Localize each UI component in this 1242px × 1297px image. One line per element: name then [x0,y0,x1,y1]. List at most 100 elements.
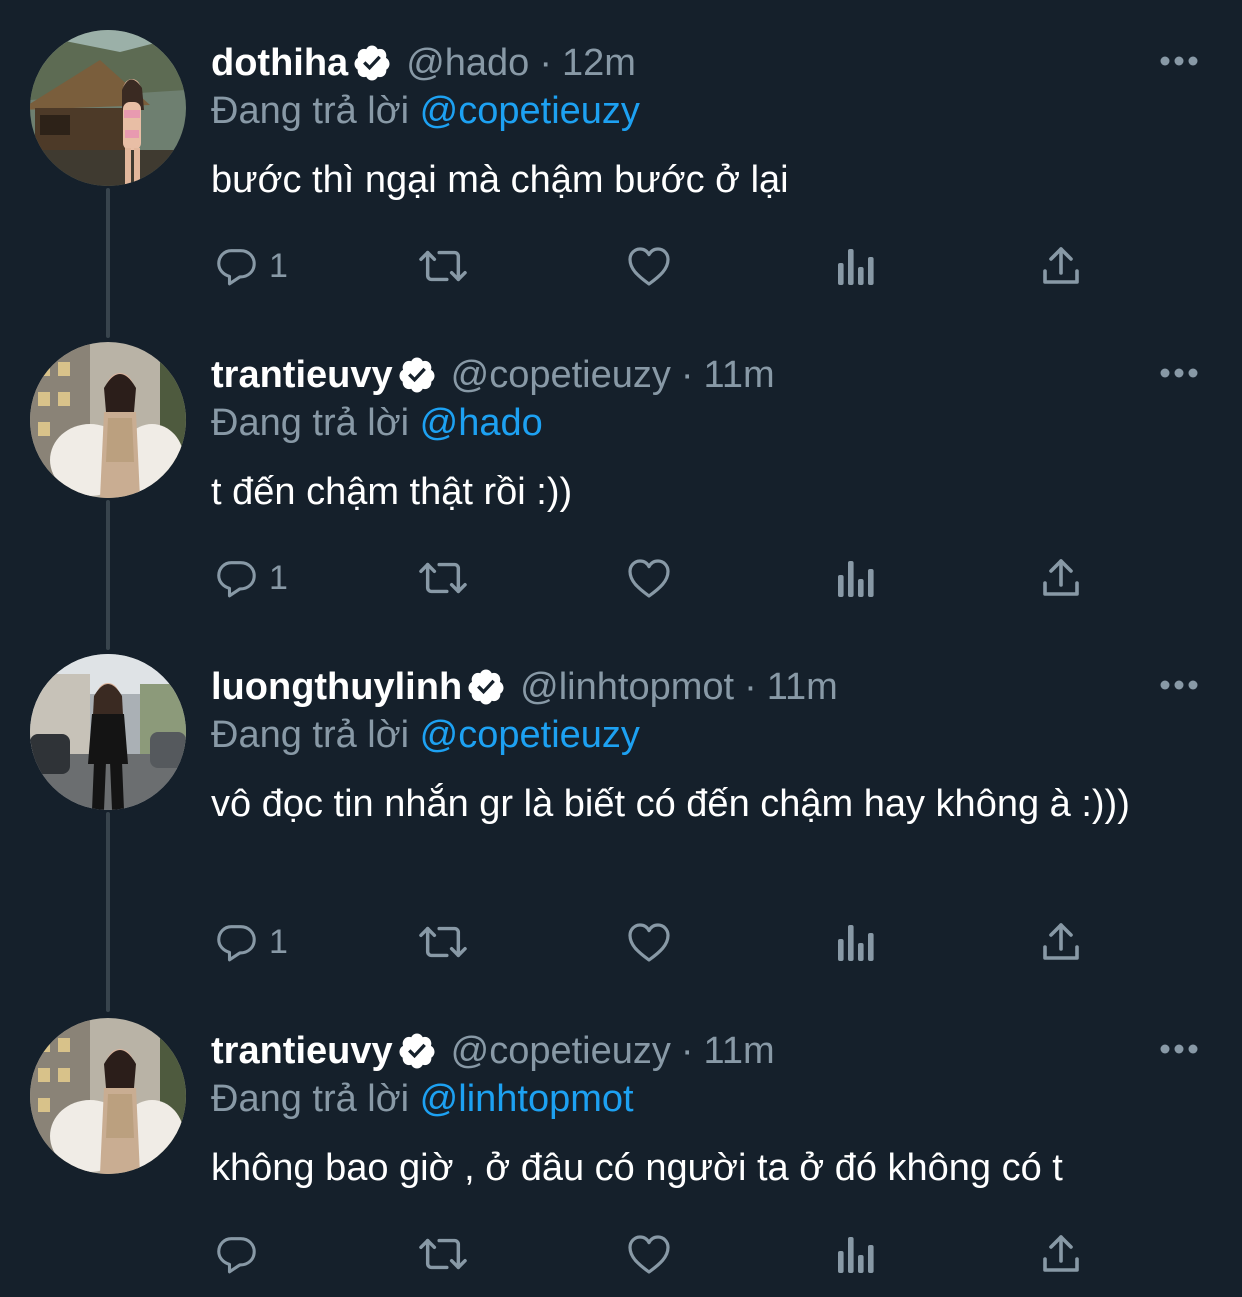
timestamp[interactable]: 12m [562,40,636,86]
avatar-photo [30,1018,186,1174]
avatar[interactable] [30,1018,186,1174]
timestamp[interactable]: 11m [704,352,775,398]
handle[interactable]: @hado [406,40,529,86]
reply-button[interactable]: 1 [213,912,288,972]
share-button[interactable] [1039,548,1083,608]
like-button[interactable] [625,236,673,296]
reply-count: 1 [269,246,288,285]
display-name[interactable]: trantieuvy [211,1028,393,1074]
avatar[interactable] [30,654,186,810]
reply-button[interactable]: 1 [213,548,288,608]
views-icon [835,243,877,289]
reply-icon [213,919,259,965]
tweet[interactable]: trantieuvy @copetieuzy · 11m Đang trả lờ… [0,340,1242,640]
tweet-header: trantieuvy @copetieuzy · 11m [211,352,775,398]
like-button[interactable] [625,912,673,972]
replying-label: Đang trả lời [211,1078,410,1120]
tweet-text: không bao giờ , ở đâu có người ta ở đó k… [211,1147,1063,1189]
action-bar: 1 [0,912,1242,972]
verified-badge-icon [352,43,392,83]
avatar[interactable] [30,30,186,186]
more-icon[interactable] [1158,1038,1200,1060]
display-name[interactable]: luongthuylinh [211,664,462,710]
replying-label: Đang trả lời [211,402,410,444]
tweet[interactable]: trantieuvy @copetieuzy · 11m Đang trả lờ… [0,1016,1242,1297]
more-icon[interactable] [1158,362,1200,384]
verified-badge-icon [397,1031,437,1071]
like-button[interactable] [625,1224,673,1284]
reply-count: 1 [269,558,288,597]
share-icon [1039,555,1083,601]
replying-to: Đang trả lời @copetieuzy [211,712,640,758]
views-icon [835,919,877,965]
views-button[interactable] [835,912,877,972]
separator-dot: · [539,42,552,84]
reply-button[interactable]: 1 [213,236,288,296]
more-icon[interactable] [1158,674,1200,696]
separator-dot: · [680,354,694,396]
like-icon [625,243,673,289]
retweet-button[interactable] [415,1224,471,1284]
retweet-icon [415,555,471,601]
retweet-icon [415,1231,471,1277]
tweet-text: t đến chậm thật rồi :)) [211,471,573,513]
like-button[interactable] [625,548,673,608]
separator-dot: · [744,666,757,708]
display-name[interactable]: trantieuvy [211,352,393,398]
replying-to: Đang trả lời @linhtopmot [211,1076,634,1122]
tweet-header: dothiha @hado · 12m [211,40,636,86]
like-icon [625,555,673,601]
verified-badge-icon [397,355,437,395]
verified-badge-icon [466,667,506,707]
replying-to-link[interactable]: @linhtopmot [420,1078,634,1120]
separator-dot: · [680,1030,694,1072]
avatar-photo [30,30,186,186]
retweet-button[interactable] [415,236,471,296]
reply-icon [213,1231,259,1277]
action-bar [0,1224,1242,1284]
handle[interactable]: @linhtopmot [520,664,734,710]
views-icon [835,555,877,601]
tweet[interactable]: dothiha @hado · 12m Đang trả lời @copeti… [0,28,1242,328]
share-button[interactable] [1039,1224,1083,1284]
display-name[interactable]: dothiha [211,40,348,86]
retweet-icon [415,243,471,289]
handle[interactable]: @copetieuzy [451,352,671,398]
action-bar: 1 [0,236,1242,296]
avatar[interactable] [30,342,186,498]
avatar-photo [30,342,186,498]
replying-to: Đang trả lời @copetieuzy [211,88,640,134]
tweet-header: luongthuylinh @linhtopmot · 11m [211,664,838,710]
replying-label: Đang trả lời [211,90,410,132]
share-icon [1039,1231,1083,1277]
tweet-text: vô đọc tin nhắn gr là biết có đến chậm h… [211,783,1130,825]
replying-label: Đang trả lời [211,714,410,756]
share-icon [1039,243,1083,289]
retweet-button[interactable] [415,912,471,972]
views-button[interactable] [835,236,877,296]
views-button[interactable] [835,548,877,608]
avatar-photo [30,654,186,810]
action-bar: 1 [0,548,1242,608]
retweet-icon [415,919,471,965]
like-icon [625,1231,673,1277]
tweet[interactable]: luongthuylinh @linhtopmot · 11m Đang trả… [0,652,1242,1012]
share-button[interactable] [1039,912,1083,972]
replying-to-link[interactable]: @copetieuzy [420,90,640,132]
tweet-text: bước thì ngại mà chậm bước ở lại [211,159,789,201]
handle[interactable]: @copetieuzy [451,1028,671,1074]
reply-count: 1 [269,922,288,961]
tweet-header: trantieuvy @copetieuzy · 11m [211,1028,775,1074]
share-icon [1039,919,1083,965]
timestamp[interactable]: 11m [704,1028,775,1074]
reply-icon [213,555,259,601]
timestamp[interactable]: 11m [767,664,838,710]
share-button[interactable] [1039,236,1083,296]
reply-button[interactable] [213,1224,269,1284]
retweet-button[interactable] [415,548,471,608]
more-icon[interactable] [1158,50,1200,72]
views-button[interactable] [835,1224,877,1284]
replying-to-link[interactable]: @copetieuzy [420,714,640,756]
replying-to-link[interactable]: @hado [420,402,543,444]
reply-icon [213,243,259,289]
